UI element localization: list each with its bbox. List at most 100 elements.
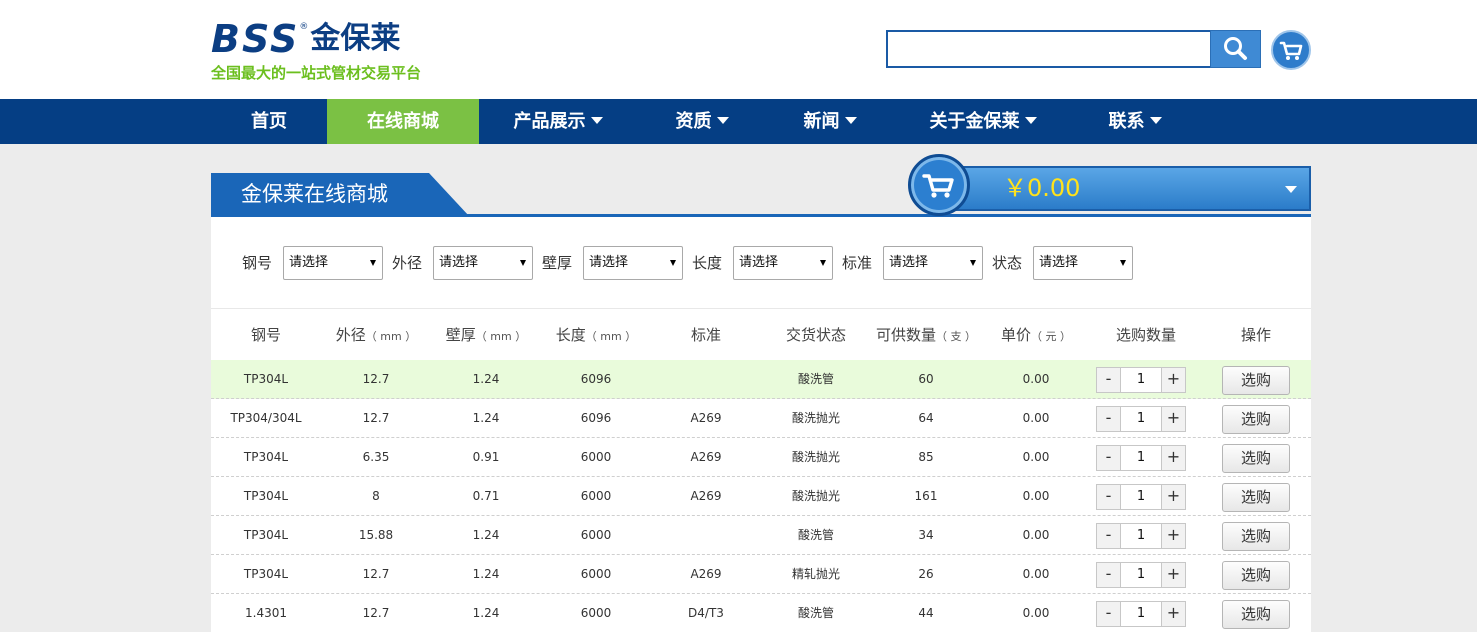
quantity-stepper: -+ xyxy=(1096,523,1186,549)
quantity-input[interactable] xyxy=(1122,485,1160,509)
cell-qty: 26 xyxy=(918,567,934,581)
cell-wt: 0.91 xyxy=(472,450,500,464)
cell-length: 6000 xyxy=(580,450,612,464)
cell-standard: A269 xyxy=(690,450,722,464)
quantity-increase-button[interactable]: + xyxy=(1161,446,1185,470)
cell-qty: 161 xyxy=(914,489,938,503)
filter-select-standard[interactable]: 请选择 xyxy=(883,246,983,280)
quantity-increase-button[interactable]: + xyxy=(1161,602,1185,626)
quantity-increase-button[interactable]: + xyxy=(1161,524,1185,548)
filter-select-state[interactable]: 请选择 xyxy=(1033,246,1133,280)
search-input[interactable] xyxy=(888,32,1210,66)
cart-icon xyxy=(1279,41,1303,60)
cell-wt: 1.24 xyxy=(472,606,500,620)
quantity-input[interactable] xyxy=(1122,524,1160,548)
cart-total-icon-circle[interactable] xyxy=(908,154,970,216)
buy-button[interactable]: 选购 xyxy=(1222,366,1290,395)
th-purchase-qty: 选购数量 xyxy=(1091,324,1201,346)
quantity-stepper: -+ xyxy=(1096,445,1186,471)
filter-select-grade[interactable]: 请选择 xyxy=(283,246,383,280)
nav-item-qualifications[interactable]: 资质 xyxy=(637,99,767,144)
cell-wt: 1.24 xyxy=(472,567,500,581)
th-unit-price: 单价（ 元 ） xyxy=(981,324,1091,346)
buy-button[interactable]: 选购 xyxy=(1222,405,1290,434)
chevron-down-icon xyxy=(716,116,729,124)
quantity-increase-button[interactable]: + xyxy=(1161,407,1185,431)
quantity-decrease-button[interactable]: - xyxy=(1097,368,1121,392)
quantity-input[interactable] xyxy=(1122,368,1160,392)
th-delivery-state: 交货状态 xyxy=(761,324,871,346)
nav-item-products[interactable]: 产品展示 xyxy=(479,99,637,144)
nav-item-about[interactable]: 关于金保莱 xyxy=(893,99,1073,144)
quantity-decrease-button[interactable]: - xyxy=(1097,602,1121,626)
cell-standard xyxy=(651,360,761,399)
cell-wt: 1.24 xyxy=(472,372,500,386)
cell-od: 12.7 xyxy=(362,372,390,386)
dropdown-arrow-icon xyxy=(820,260,826,266)
nav-item-online-store[interactable]: 在线商城 xyxy=(327,99,479,144)
quantity-increase-button[interactable]: + xyxy=(1161,563,1185,587)
quantity-decrease-button[interactable]: - xyxy=(1097,446,1121,470)
filter-select-length[interactable]: 请选择 xyxy=(733,246,833,280)
nav-item-home[interactable]: 首页 xyxy=(211,99,327,144)
quantity-input[interactable] xyxy=(1122,407,1160,431)
cell-length: 6000 xyxy=(580,567,612,581)
th-label: 长度 xyxy=(555,326,586,344)
th-action: 操作 xyxy=(1201,324,1311,346)
nav-label: 产品展示 xyxy=(513,111,586,132)
table-row: TP304/304L12.71.246096A269酸洗抛光640.00-+选购 xyxy=(211,399,1311,438)
quantity-decrease-button[interactable]: - xyxy=(1097,524,1121,548)
filter-select-wt[interactable]: 请选择 xyxy=(583,246,683,280)
chevron-down-icon[interactable] xyxy=(1285,186,1297,193)
header-cart-button[interactable] xyxy=(1271,30,1311,70)
filter-select-od[interactable]: 请选择 xyxy=(433,246,533,280)
quantity-stepper: -+ xyxy=(1096,484,1186,510)
cell-standard: A269 xyxy=(690,567,722,581)
th-label: 交货状态 xyxy=(785,326,846,344)
buy-button[interactable]: 选购 xyxy=(1222,483,1290,512)
th-unit: （ mm ） xyxy=(365,330,417,343)
table-row: TP304L12.71.246096酸洗管600.00-+选购 xyxy=(211,360,1311,399)
th-wt: 壁厚（ mm ） xyxy=(431,324,541,346)
quantity-decrease-button[interactable]: - xyxy=(1097,563,1121,587)
search-button[interactable] xyxy=(1210,30,1261,68)
filter-label-length: 长度 xyxy=(692,254,723,272)
buy-button[interactable]: 选购 xyxy=(1222,600,1290,629)
quantity-input[interactable] xyxy=(1122,563,1160,587)
table-row: TP304L6.350.916000A269酸洗抛光850.00-+选购 xyxy=(211,438,1311,477)
search-box xyxy=(886,30,1212,68)
cell-standard: D4/T3 xyxy=(688,606,724,620)
section-title: 金保莱在线商城 xyxy=(241,182,388,206)
filter-select-value: 请选择 xyxy=(289,255,329,270)
buy-button[interactable]: 选购 xyxy=(1222,444,1290,473)
cart-total-bar[interactable] xyxy=(940,166,1311,211)
cell-state: 酸洗抛光 xyxy=(791,489,840,503)
table-row: 1.430112.71.246000D4/T3酸洗管440.00-+选购 xyxy=(211,594,1311,632)
cell-od: 6.35 xyxy=(362,450,390,464)
buy-button[interactable]: 选购 xyxy=(1222,561,1290,590)
nav-item-contact[interactable]: 联系 xyxy=(1073,99,1197,144)
buy-button[interactable]: 选购 xyxy=(1222,522,1290,551)
filter-select-value: 请选择 xyxy=(439,255,479,270)
quantity-increase-button[interactable]: + xyxy=(1161,368,1185,392)
quantity-decrease-button[interactable]: - xyxy=(1097,407,1121,431)
filter-select-value: 请选择 xyxy=(739,255,779,270)
quantity-decrease-button[interactable]: - xyxy=(1097,485,1121,509)
cell-qty: 64 xyxy=(918,411,934,425)
cell-od: 12.7 xyxy=(362,606,390,620)
site-logo[interactable]: BSS ® 金保莱 全国最大的一站式管材交易平台 xyxy=(211,18,451,84)
nav-label: 资质 xyxy=(675,111,712,132)
dropdown-arrow-icon xyxy=(970,260,976,266)
cell-price: 0.00 xyxy=(1022,411,1050,425)
nav-label: 新闻 xyxy=(803,111,840,132)
quantity-input[interactable] xyxy=(1122,602,1160,626)
cell-price: 0.00 xyxy=(1022,528,1050,542)
th-label: 选购数量 xyxy=(1115,326,1176,344)
quantity-increase-button[interactable]: + xyxy=(1161,485,1185,509)
cell-qty: 44 xyxy=(918,606,934,620)
quantity-input[interactable] xyxy=(1122,446,1160,470)
cell-grade: TP304L xyxy=(243,567,289,581)
th-unit: （ 支 ） xyxy=(936,330,976,343)
cell-length: 6000 xyxy=(580,528,612,542)
nav-item-news[interactable]: 新闻 xyxy=(767,99,893,144)
